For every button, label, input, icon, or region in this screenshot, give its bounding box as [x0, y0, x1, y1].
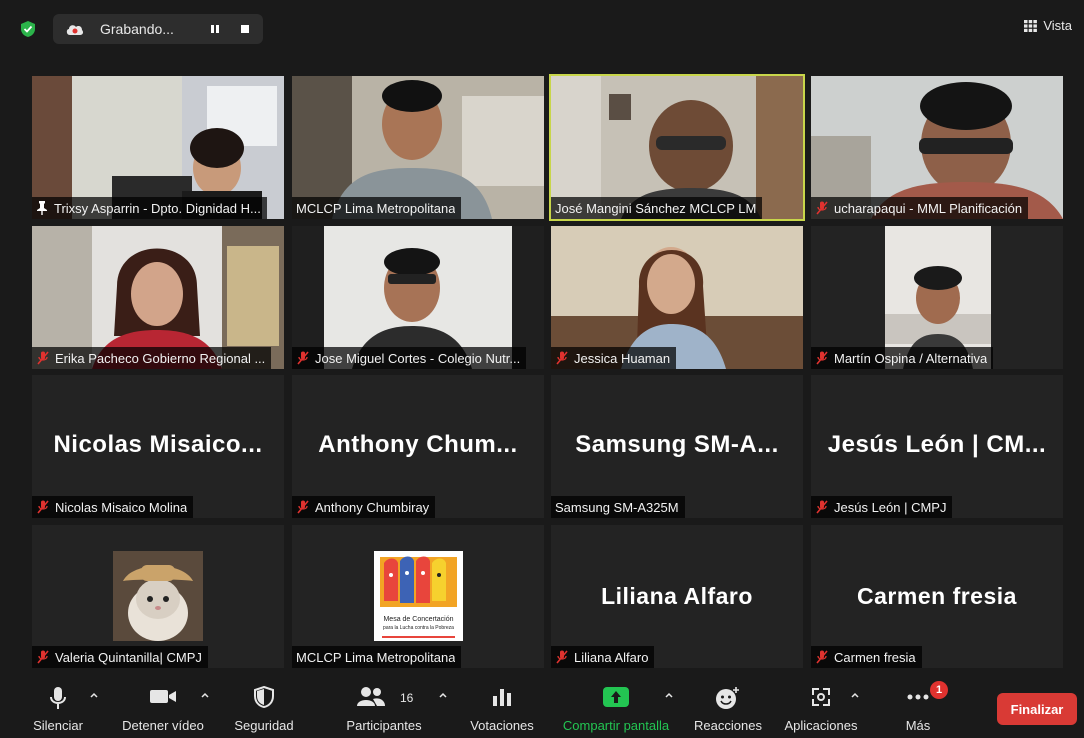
participant-tile[interactable]: Jesús León | CM... Jesús León | CMPJ: [811, 375, 1063, 518]
logo-faces-graphic: [380, 556, 457, 607]
participant-name-tag: Samsung SM-A325M: [551, 496, 685, 518]
video-camera-icon: [150, 690, 176, 703]
participant-tile[interactable]: Valeria Quintanilla| CMPJ: [32, 525, 284, 668]
muted-mic-icon: [816, 500, 828, 514]
view-button[interactable]: Vista: [1024, 18, 1072, 33]
participant-name-tag: MCLCP Lima Metropolitana: [292, 197, 462, 219]
participant-tile-active-speaker[interactable]: José Mangini Sánchez MCLCP LM: [549, 74, 805, 221]
organization-logo: Mesa de Concertación para la Lucha contr…: [374, 551, 463, 641]
participant-tile[interactable]: Anthony Chum... Anthony Chumbiray: [292, 375, 544, 518]
participant-name-tag: Erika Pacheco Gobierno Regional ...: [32, 347, 272, 369]
participant-display-name: Samsung SM-A...: [575, 431, 779, 458]
participant-tile[interactable]: Liliana Alfaro Liliana Alfaro: [551, 525, 803, 668]
participant-tile[interactable]: ucharapaqui - MML Planificación: [811, 76, 1063, 219]
participants-button[interactable]: 16 Participantes: [338, 678, 430, 738]
reactions-button[interactable]: Reacciones: [690, 678, 766, 738]
participant-display-name: Carmen fresia: [857, 583, 1017, 609]
participant-tile[interactable]: Mesa de Concertación para la Lucha contr…: [292, 525, 544, 668]
more-dots-icon: [907, 694, 929, 700]
participant-tile[interactable]: MCLCP Lima Metropolitana: [292, 76, 544, 219]
security-button[interactable]: Seguridad: [228, 678, 300, 738]
encryption-shield-icon[interactable]: [20, 21, 36, 37]
muted-mic-icon: [556, 650, 568, 664]
meeting-toolbar: Silenciar Detener vídeo Seguridad 16 Par…: [0, 678, 1084, 738]
participant-name-tag: ucharapaqui - MML Planificación: [811, 197, 1029, 219]
recording-label: Grabando...: [100, 21, 174, 37]
recording-indicator: Grabando...: [53, 14, 263, 44]
participant-name-tag: MCLCP Lima Metropolitana: [292, 646, 462, 668]
cloud-recording-icon: [66, 25, 84, 35]
participant-display-name: Anthony Chum...: [318, 431, 518, 458]
participant-name-tag: Jose Miguel Cortes - Colegio Nutr...: [292, 347, 527, 369]
participant-display-name: Jesús León | CM...: [827, 431, 1047, 458]
polls-button[interactable]: Votaciones: [464, 678, 540, 738]
participant-tile[interactable]: Jessica Huaman: [551, 226, 803, 369]
stop-icon: [241, 25, 249, 33]
mute-options-chevron-icon[interactable]: [89, 690, 99, 700]
shield-icon: [254, 686, 274, 708]
view-label: Vista: [1043, 18, 1072, 33]
participant-tile[interactable]: Martín Ospina / Alternativa: [811, 226, 1063, 369]
participants-options-chevron-icon[interactable]: [438, 690, 448, 700]
participant-display-name: Liliana Alfaro: [601, 583, 753, 609]
bar-chart-icon: [493, 689, 511, 706]
end-meeting-button[interactable]: Finalizar: [997, 693, 1077, 725]
pause-icon: [211, 25, 219, 33]
share-screen-button[interactable]: Compartir pantalla: [552, 678, 680, 738]
more-notification-badge: 1: [930, 681, 948, 699]
pause-recording-button[interactable]: [204, 19, 226, 39]
participant-name-tag: Trixsy Asparrin - Dpto. Dignidad H...: [32, 197, 267, 219]
logo-text: Mesa de Concertación para la Lucha contr…: [374, 615, 463, 638]
participant-tile[interactable]: Carmen fresia Carmen fresia: [811, 525, 1063, 668]
muted-mic-icon: [37, 500, 49, 514]
cat-avatar-image: [113, 551, 203, 641]
stop-video-button[interactable]: Detener vídeo: [114, 678, 212, 738]
participant-tile[interactable]: Nicolas Misaico... Nicolas Misaico Molin…: [32, 375, 284, 518]
participant-name-tag: Nicolas Misaico Molina: [32, 496, 194, 518]
participant-name-tag: Carmen fresia: [811, 646, 922, 668]
video-options-chevron-icon[interactable]: [200, 690, 210, 700]
muted-mic-icon: [816, 351, 828, 365]
participant-tile[interactable]: Trixsy Asparrin - Dpto. Dignidad H...: [32, 76, 284, 219]
add-reaction-icon: [716, 687, 739, 709]
share-options-chevron-icon[interactable]: [664, 690, 674, 700]
stop-recording-button[interactable]: [234, 19, 256, 39]
muted-mic-icon: [556, 351, 568, 365]
muted-mic-icon: [816, 201, 828, 215]
apps-options-chevron-icon[interactable]: [850, 690, 860, 700]
participant-name-tag: Jesús León | CMPJ: [811, 496, 953, 518]
apps-button[interactable]: Aplicaciones: [778, 678, 864, 738]
participants-count: 16: [400, 691, 414, 705]
participant-name-tag: Liliana Alfaro: [551, 646, 655, 668]
grid-view-icon: [1024, 19, 1038, 32]
participant-tile[interactable]: Jose Miguel Cortes - Colegio Nutr...: [292, 226, 544, 369]
participant-name-tag: Valeria Quintanilla| CMPJ: [32, 646, 208, 668]
muted-mic-icon: [37, 650, 49, 664]
pin-icon: [37, 201, 47, 215]
muted-mic-icon: [37, 351, 49, 365]
participant-name-tag: Jessica Huaman: [551, 347, 677, 369]
mute-button[interactable]: Silenciar: [22, 678, 94, 738]
muted-mic-icon: [297, 500, 309, 514]
participants-icon: [357, 687, 386, 706]
muted-mic-icon: [816, 650, 828, 664]
participant-tile[interactable]: Erika Pacheco Gobierno Regional ...: [32, 226, 284, 369]
microphone-icon: [50, 687, 66, 709]
participant-tile[interactable]: Samsung SM-A... Samsung SM-A325M: [551, 375, 803, 518]
top-bar: Grabando... Vista: [0, 0, 1084, 58]
logo-underline: [382, 636, 455, 638]
participant-display-name: Nicolas Misaico...: [53, 431, 263, 458]
participant-name-tag: Anthony Chumbiray: [292, 496, 436, 518]
apps-icon: [812, 688, 830, 706]
share-screen-arrow-icon: [603, 687, 629, 707]
muted-mic-icon: [297, 351, 309, 365]
participant-name-tag: José Mangini Sánchez MCLCP LM: [551, 197, 763, 219]
participant-name-tag: Martín Ospina / Alternativa: [811, 347, 994, 369]
